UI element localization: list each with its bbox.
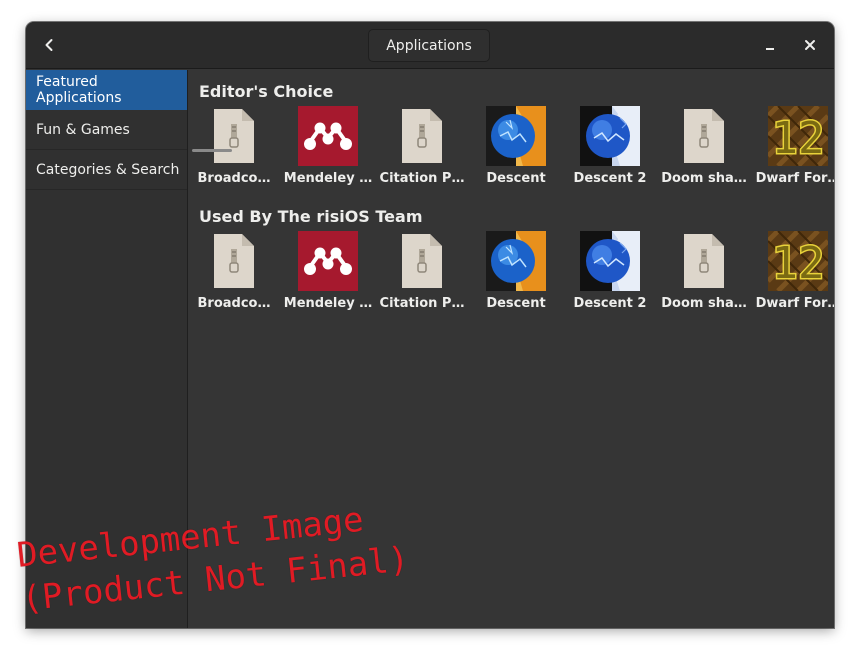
app-tile[interactable]: Descent 2: [565, 106, 655, 186]
app-tile-label: Dwarf For…: [755, 171, 834, 186]
app-tile[interactable]: 12 12 Dwarf For…: [753, 104, 834, 186]
descent2-icon: [580, 106, 640, 166]
minimize-button[interactable]: [757, 32, 783, 58]
app-tile[interactable]: Citation P…: [377, 106, 467, 186]
close-button[interactable]: [797, 32, 823, 58]
app-tile[interactable]: Descent: [471, 231, 561, 311]
app-tile[interactable]: Citation P…: [377, 231, 467, 311]
archive-icon: [674, 106, 734, 166]
app-tile-label: Mendeley …: [283, 296, 373, 311]
app-tile-label: Citation P…: [379, 296, 465, 311]
sidebar-item-label: Fun & Games: [36, 121, 130, 138]
archive-icon: [204, 106, 264, 166]
archive-icon: [392, 106, 452, 166]
app-tile[interactable]: Doom sha…: [659, 231, 749, 311]
chevron-left-icon: [45, 39, 53, 51]
minimize-icon: [766, 48, 774, 50]
app-tile-label: Citation P…: [379, 171, 465, 186]
app-tile-label: Broadco…: [197, 296, 271, 311]
app-tile[interactable]: Broadco…: [189, 231, 279, 311]
archive-icon: [674, 231, 734, 291]
app-tile-label: Descent 2: [573, 171, 647, 186]
mendeley-icon: [298, 106, 358, 166]
mendeley-icon: [298, 231, 358, 291]
app-tile-label: Descent: [486, 171, 546, 186]
app-tile-label: Doom sha…: [661, 171, 747, 186]
dwarf-fortress-icon: 12 12: [766, 229, 830, 293]
svg-text:12: 12: [772, 238, 825, 289]
app-tile[interactable]: Mendeley …: [283, 106, 373, 186]
dwarf-fortress-icon: 12 12: [766, 104, 830, 168]
app-tile[interactable]: Doom sha…: [659, 106, 749, 186]
app-tile-label: Descent 2: [573, 296, 647, 311]
app-tile-label: Mendeley …: [283, 171, 373, 186]
app-tile[interactable]: Broadco…: [189, 106, 279, 186]
sidebar-item-label: Featured Applications: [36, 73, 122, 106]
svg-text:12: 12: [772, 113, 825, 164]
sidebar-item-fun-games[interactable]: Fun & Games: [26, 110, 187, 150]
archive-icon: [204, 231, 264, 291]
descent-icon: [486, 106, 546, 166]
header-bar: Applications: [26, 22, 834, 69]
app-tile-label: Doom sha…: [661, 296, 747, 311]
window-title: Applications: [368, 29, 490, 62]
app-tile-label: Descent: [486, 296, 546, 311]
focus-indicator: [192, 149, 232, 152]
sidebar-item-featured[interactable]: Featured Applications: [26, 70, 187, 110]
app-tile-label: Broadco…: [197, 171, 271, 186]
close-icon: [805, 40, 815, 50]
back-button[interactable]: [34, 30, 64, 60]
app-tile[interactable]: Descent: [471, 106, 561, 186]
app-tile[interactable]: 12 12 Dwarf For…: [753, 229, 834, 311]
section-title-risios-team: Used By The risiOS Team: [199, 207, 423, 226]
descent-icon: [486, 231, 546, 291]
app-tile-label: Dwarf For…: [755, 296, 834, 311]
app-tile[interactable]: Mendeley …: [283, 231, 373, 311]
sidebar-item-label: Categories & Search: [36, 161, 180, 178]
section-title-editors-choice: Editor's Choice: [199, 82, 334, 101]
descent2-icon: [580, 231, 640, 291]
sidebar-item-categories-search[interactable]: Categories & Search: [26, 150, 187, 190]
app-tile[interactable]: Descent 2: [565, 231, 655, 311]
archive-icon: [392, 231, 452, 291]
